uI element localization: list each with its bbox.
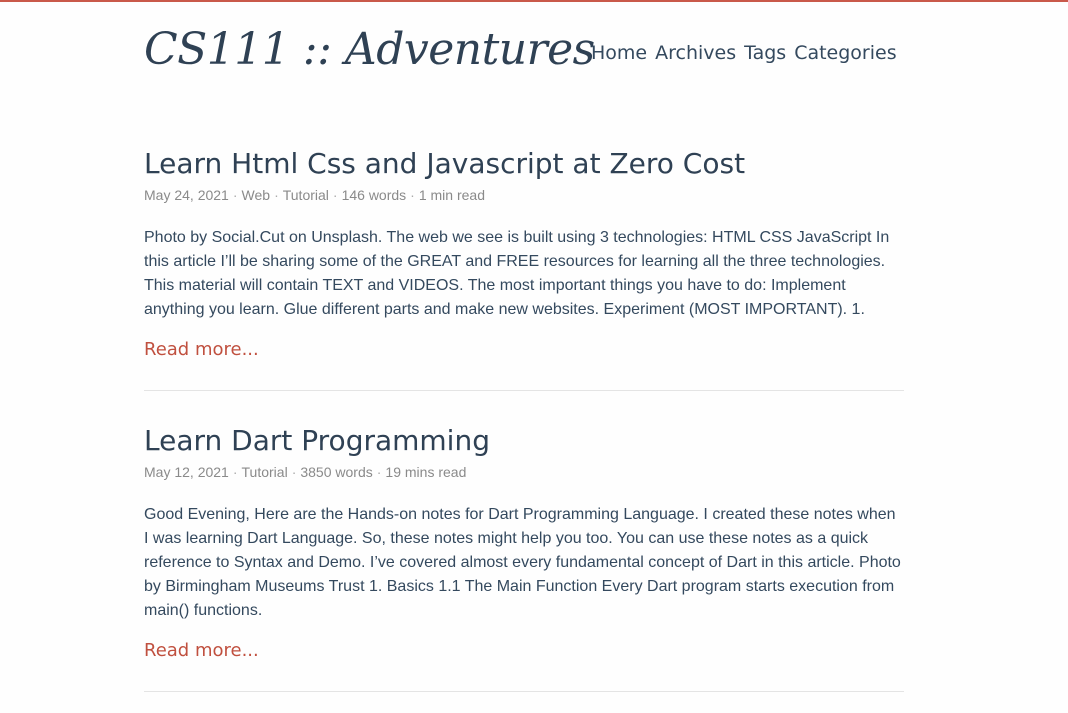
post-item: Learn Html Css and Javascript at Zero Co…	[144, 112, 904, 391]
meta-separator: ·	[274, 187, 279, 203]
meta-separator: ·	[332, 187, 338, 203]
post-summary: Good Evening, Here are the Hands-on note…	[144, 506, 901, 619]
post-meta: May 12, 2021 · Tutorial · 3850 words · 19 mins…	[144, 463, 904, 481]
post-category-link[interactable]: Web	[242, 187, 271, 203]
nav-tags-link[interactable]: Tags	[744, 42, 786, 64]
read-more-link[interactable]: Read more...	[144, 640, 259, 661]
post-word-count: 146 words	[341, 187, 407, 203]
post-title-link[interactable]: Learn Html Css and Javascript at Zero Co…	[144, 146, 904, 182]
post-word-count: 3850 words	[300, 464, 373, 480]
meta-separator: ·	[376, 464, 382, 480]
site-header: CS111 :: Adventures Home Archives Tags C…	[144, 2, 904, 112]
nav-archives-link[interactable]: Archives	[655, 42, 736, 64]
post-date: May 12, 2021	[144, 464, 229, 480]
post-item: Learn Dart Programming May 12, 2021 · Tuto…	[144, 391, 904, 692]
post-tag-link[interactable]: Tutorial	[283, 187, 329, 203]
site-logo-link[interactable]: CS111 :: Adventures	[144, 24, 595, 75]
post-tag-link[interactable]: Tutorial	[242, 464, 288, 480]
page-container: CS111 :: Adventures Home Archives Tags C…	[144, 2, 904, 692]
post-read-time: 1 min read	[418, 187, 485, 203]
post-summary: Photo by Social.Cut on Unsplash. The web…	[144, 229, 890, 318]
post-title-link[interactable]: Learn Dart Programming	[144, 423, 904, 459]
post-read-time: 19 mins read	[385, 464, 467, 480]
meta-separator: ·	[232, 464, 238, 480]
nav-categories-link[interactable]: Categories	[794, 42, 896, 64]
post-meta: May 24, 2021 · Web · Tutorial · 146 words · 1 mi…	[144, 186, 904, 204]
meta-separator: ·	[232, 187, 238, 203]
meta-separator: ·	[291, 464, 297, 480]
post-list: Learn Html Css and Javascript at Zero Co…	[144, 112, 904, 692]
read-more-link[interactable]: Read more...	[144, 339, 259, 360]
main-nav: Home Archives Tags Categories	[591, 42, 897, 64]
post-date: May 24, 2021	[144, 187, 229, 203]
meta-separator: ·	[410, 187, 415, 203]
nav-home-link[interactable]: Home	[591, 42, 647, 64]
